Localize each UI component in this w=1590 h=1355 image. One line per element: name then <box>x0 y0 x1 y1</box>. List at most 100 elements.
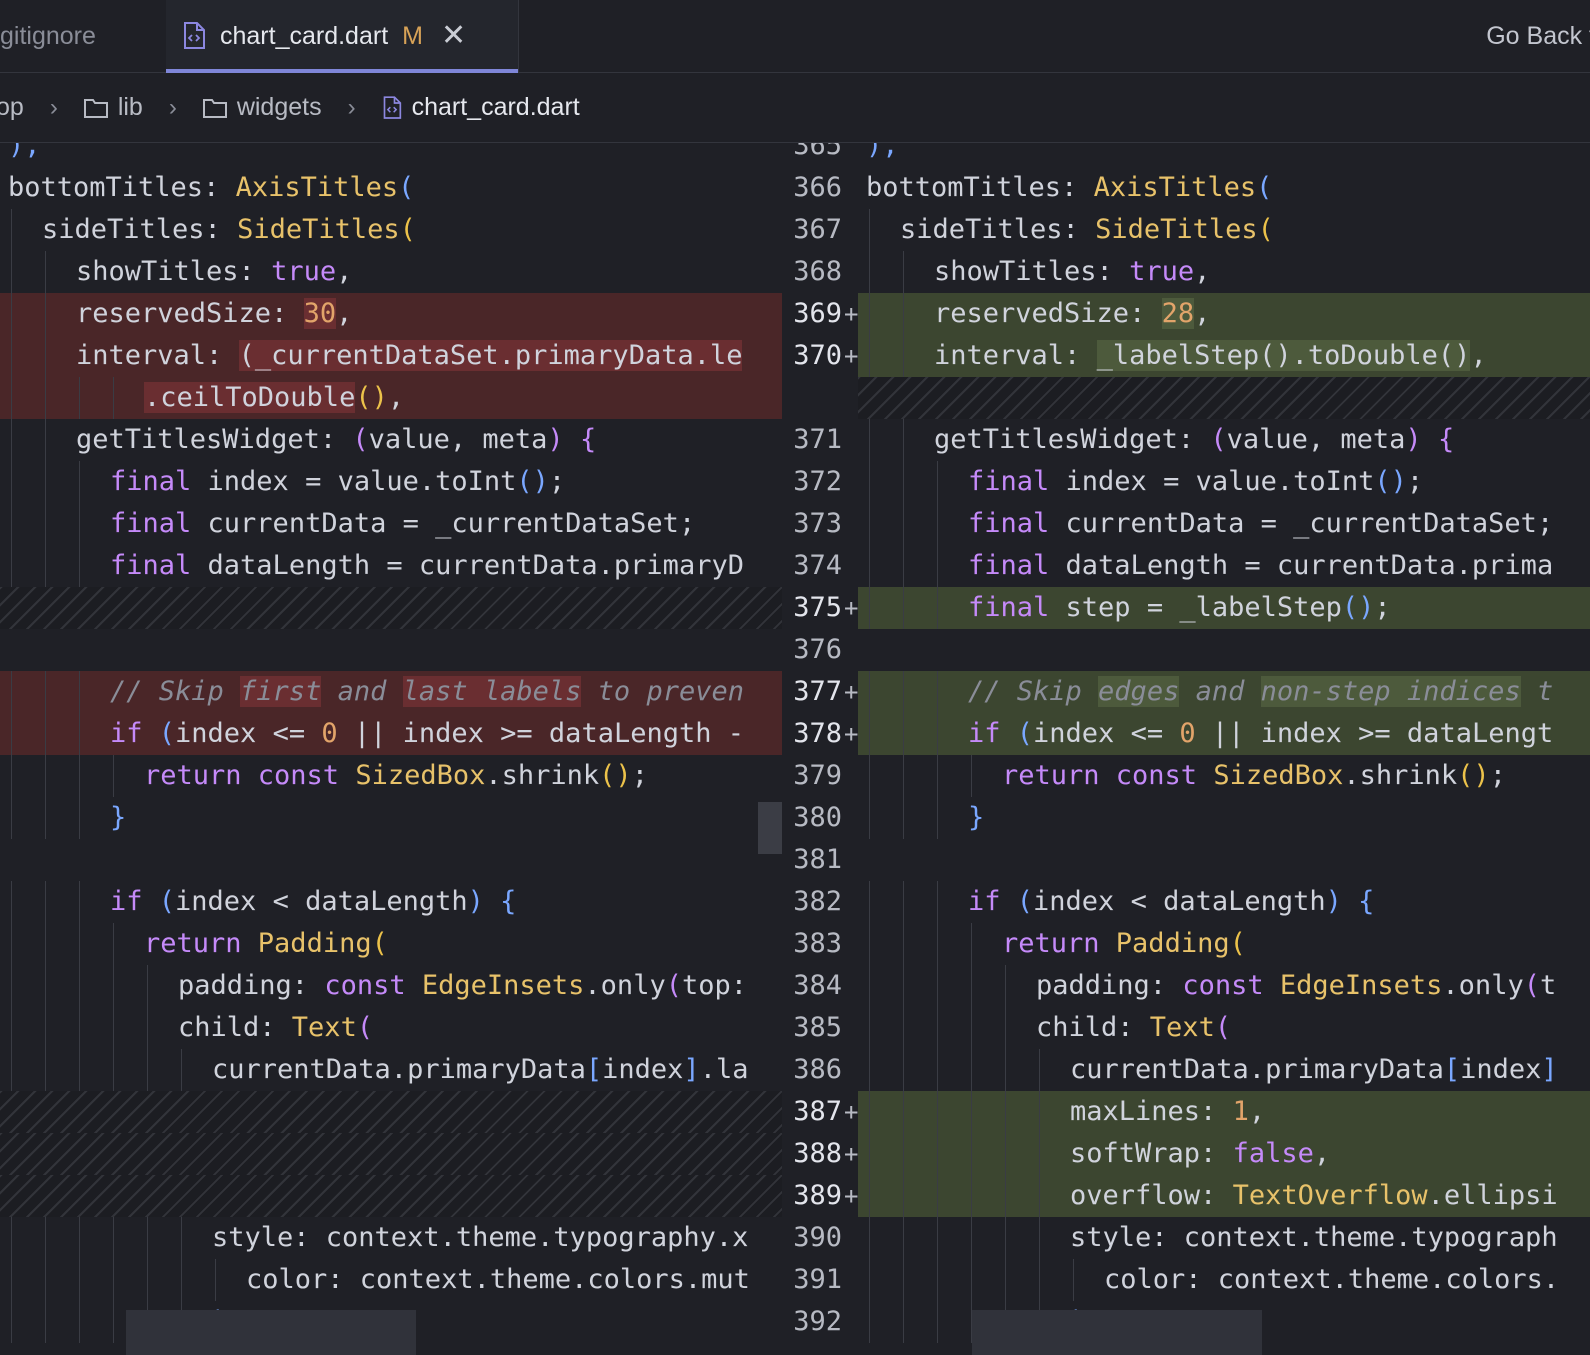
indent-guide <box>1005 1175 1006 1217</box>
indent-guide <box>45 713 46 755</box>
indent-guide <box>113 1259 114 1301</box>
diff-filler-row[interactable] <box>0 1091 782 1133</box>
modified-code-line[interactable]: ), <box>858 143 1590 167</box>
modified-code-line[interactable]: // Skip edges and non-step indices t <box>858 671 1590 713</box>
breadcrumb-item-root[interactable]: op <box>0 93 24 122</box>
close-icon[interactable]: ✕ <box>441 21 466 51</box>
modified-code-line[interactable]: return Padding( <box>858 923 1590 965</box>
code-text: reservedSize: 30, <box>76 293 352 335</box>
breadcrumb-item-file[interactable]: chart_card.dart <box>382 93 580 122</box>
indent-guide <box>903 1301 904 1343</box>
original-code-line[interactable]: interval: (_currentDataSet.primaryData.l… <box>0 335 782 377</box>
modified-code-line[interactable] <box>858 839 1590 881</box>
original-code-line[interactable]: ), <box>0 143 782 167</box>
original-code-line[interactable]: .ceilToDouble(), <box>0 377 782 419</box>
original-code-line[interactable] <box>0 839 782 881</box>
code-text: currentData.primaryData[index].la <box>212 1049 748 1091</box>
line-number: 375 <box>793 592 842 623</box>
modified-code-line[interactable]: softWrap: false, <box>858 1133 1590 1175</box>
original-code-line[interactable] <box>0 629 782 671</box>
overview-ruler-thumb[interactable] <box>758 802 782 854</box>
original-code-line[interactable]: child: Text( <box>0 1007 782 1049</box>
indent-guide <box>11 1301 12 1343</box>
horizontal-scrollbar-left[interactable] <box>126 1310 416 1355</box>
line-number: 373 <box>793 508 842 539</box>
original-code-line[interactable]: color: context.theme.colors.mut <box>0 1259 782 1301</box>
diff-original-pane[interactable]: ), bottomTitles: AxisTitles(sideTitles: S… <box>0 143 782 1355</box>
original-code-line[interactable]: currentData.primaryData[index].la <box>0 1049 782 1091</box>
code-token: ( <box>142 718 176 749</box>
modified-code-line[interactable]: currentData.primaryData[index] <box>858 1049 1590 1091</box>
original-code-line[interactable]: if (index < dataLength) { <box>0 881 782 923</box>
modified-code-line[interactable]: final dataLength = currentData.prima <box>858 545 1590 587</box>
original-code-line[interactable]: final index = value.toInt(); <box>0 461 782 503</box>
tab-gitignore[interactable]: gitignore <box>0 0 167 72</box>
modified-code-line[interactable]: overflow: TextOverflow.ellipsi <box>858 1175 1590 1217</box>
indent-guide <box>937 1175 938 1217</box>
code-text: overflow: TextOverflow.ellipsi <box>1070 1175 1558 1217</box>
diff-filler-row[interactable] <box>0 1175 782 1217</box>
original-code-line[interactable]: reservedSize: 30, <box>0 293 782 335</box>
indent-guide <box>11 797 12 839</box>
tab-chart-card[interactable]: chart_card.dart M ✕ <box>166 0 519 73</box>
modified-code-line[interactable]: interval: _labelStep().toDouble(), <box>858 335 1590 377</box>
breadcrumb-item-widgets[interactable]: widgets <box>202 93 322 122</box>
original-code-line[interactable]: showTitles: true, <box>0 251 782 293</box>
modified-code-line[interactable]: bottomTitles: AxisTitles( <box>858 167 1590 209</box>
indent-guide <box>903 419 904 461</box>
modified-code-line[interactable]: } <box>858 797 1590 839</box>
modified-code-line[interactable]: showTitles: true, <box>858 251 1590 293</box>
original-code-line[interactable]: return Padding( <box>0 923 782 965</box>
diff-filler-row[interactable] <box>0 1133 782 1175</box>
original-code-line[interactable]: getTitlesWidget: (value, meta) { <box>0 419 782 461</box>
indent-guide <box>11 671 12 713</box>
indent-guide <box>11 713 12 755</box>
modified-code-line[interactable]: maxLines: 1, <box>858 1091 1590 1133</box>
indent-guide <box>79 545 80 587</box>
diff-modified-pane[interactable]: ), bottomTitles: AxisTitles(sideTitles: S… <box>858 143 1590 1355</box>
original-code-line[interactable]: if (index <= 0 || index >= dataLength - <box>0 713 782 755</box>
indent-guide <box>903 1217 904 1259</box>
original-code-line[interactable]: final dataLength = currentData.primaryD <box>0 545 782 587</box>
indent-guide <box>937 1091 938 1133</box>
code-token: reservedSize: <box>76 298 304 329</box>
folder-icon <box>202 98 227 118</box>
modified-code-line[interactable]: reservedSize: 28, <box>858 293 1590 335</box>
modified-code-line[interactable]: if (index < dataLength) { <box>858 881 1590 923</box>
code-token: and <box>321 676 403 707</box>
code-token: index < dataLength <box>1033 886 1326 917</box>
modified-code-line[interactable]: padding: const EdgeInsets.only(t <box>858 965 1590 1007</box>
code-text: final step = _labelStep(); <box>968 587 1391 629</box>
modified-code-line[interactable] <box>858 629 1590 671</box>
original-code-line[interactable]: } <box>0 797 782 839</box>
line-number: 388 <box>793 1138 842 1169</box>
indent-guide <box>903 1049 904 1091</box>
breadcrumb-item-lib[interactable]: lib <box>83 93 143 122</box>
code-text: final dataLength = currentData.prima <box>968 545 1553 587</box>
line-number: 377 <box>793 676 842 707</box>
diff-filler-row[interactable] <box>858 377 1590 419</box>
original-code-line[interactable]: style: context.theme.typography.x <box>0 1217 782 1259</box>
original-code-line[interactable]: final currentData = _currentDataSet; <box>0 503 782 545</box>
original-code-line[interactable]: // Skip first and last labels to preven <box>0 671 782 713</box>
code-token: dataLength = currentData.primaryD <box>191 550 744 581</box>
original-code-line[interactable]: sideTitles: SideTitles( <box>0 209 782 251</box>
modified-code-line[interactable]: style: context.theme.typograph <box>858 1217 1590 1259</box>
modified-code-line[interactable]: child: Text( <box>858 1007 1590 1049</box>
modified-code-line[interactable]: getTitlesWidget: (value, meta) { <box>858 419 1590 461</box>
modified-code-line[interactable]: return const SizedBox.shrink(); <box>858 755 1590 797</box>
code-token: if <box>110 886 143 917</box>
original-code-line[interactable]: return const SizedBox.shrink(); <box>0 755 782 797</box>
original-code-line[interactable]: bottomTitles: AxisTitles( <box>0 167 782 209</box>
original-code-line[interactable]: padding: const EdgeInsets.only(top: <box>0 965 782 1007</box>
modified-code-line[interactable]: final index = value.toInt(); <box>858 461 1590 503</box>
horizontal-scrollbar-right[interactable] <box>972 1310 1262 1355</box>
go-back-button[interactable]: Go Back t <box>1486 0 1590 72</box>
modified-code-line[interactable]: color: context.theme.colors. <box>858 1259 1590 1301</box>
modified-code-line[interactable]: if (index <= 0 || index >= dataLengt <box>858 713 1590 755</box>
modified-code-line[interactable]: sideTitles: SideTitles( <box>858 209 1590 251</box>
modified-code-line[interactable]: final step = _labelStep(); <box>858 587 1590 629</box>
code-token: || index >= dataLength - <box>337 718 744 749</box>
modified-code-line[interactable]: final currentData = _currentDataSet; <box>858 503 1590 545</box>
diff-filler-row[interactable] <box>0 587 782 629</box>
